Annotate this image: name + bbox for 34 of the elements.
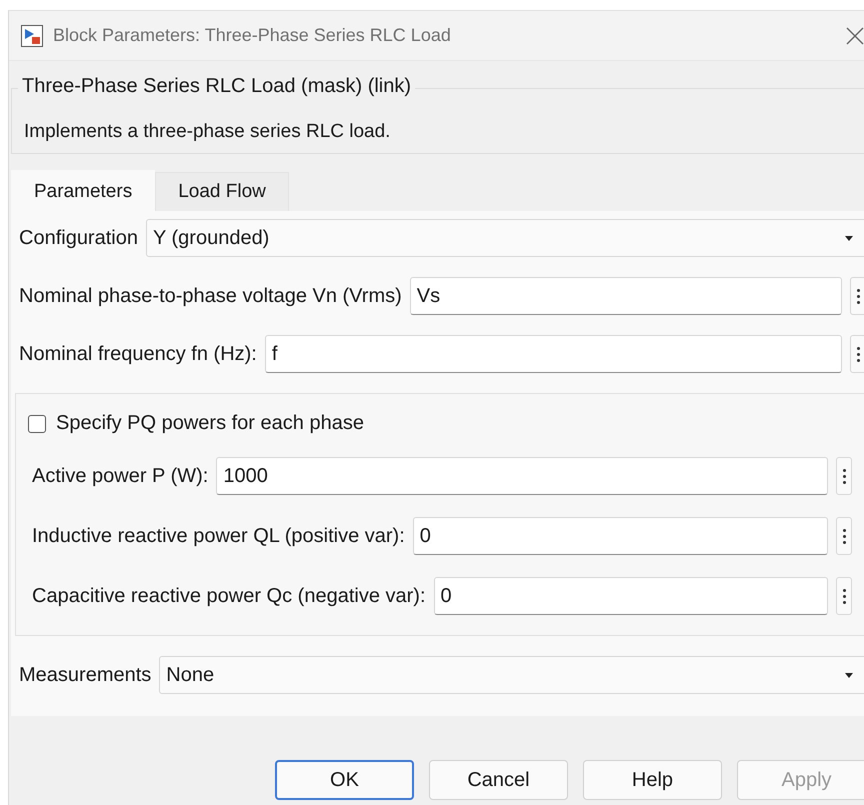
dropdown[interactable]: Y (grounded): [146, 219, 864, 257]
checkbox-label: Specify PQ powers for each phase: [56, 412, 364, 435]
field-label: Capacitive reactive power Qc (negative var):: [32, 584, 426, 608]
dialog-button[interactable]: OK: [275, 760, 414, 800]
dialog-button: Apply: [737, 760, 864, 800]
caret-icon: [845, 236, 853, 240]
more-options-button[interactable]: [836, 577, 852, 615]
input-field[interactable]: f: [264, 335, 842, 373]
field-label: Active power P (W):: [32, 464, 208, 488]
dialog-button[interactable]: Cancel: [429, 760, 568, 800]
input-field[interactable]: 1000: [216, 457, 828, 495]
field-label: Measurements: [19, 664, 152, 686]
more-options-button[interactable]: [836, 457, 852, 495]
field-label: Nominal frequency fn (Hz):: [19, 342, 257, 366]
more-options-button[interactable]: [850, 335, 864, 373]
dropdown[interactable]: None: [159, 656, 864, 694]
field-label: Configuration: [19, 226, 138, 250]
input-field[interactable]: Vs: [410, 277, 842, 315]
checkbox[interactable]: [28, 414, 46, 432]
group-title: Three-Phase Series RLC Load (mask) (link): [18, 75, 416, 98]
description-text: Implements a three-phase series RLC load.: [24, 121, 392, 143]
close-icon[interactable]: [846, 26, 864, 44]
input-field[interactable]: 0: [434, 577, 828, 615]
dialog-button[interactable]: Help: [583, 760, 722, 800]
field-label: Inductive reactive power QL (positive var):: [32, 524, 405, 548]
tab[interactable]: Parameters: [11, 170, 156, 211]
tab[interactable]: Load Flow: [155, 172, 289, 211]
caret-icon: [845, 672, 853, 678]
more-options-button[interactable]: [850, 277, 864, 315]
more-options-button[interactable]: [836, 517, 852, 555]
block-icon: [21, 24, 43, 46]
window-title: Block Parameters: Three-Phase Series RLC Load: [53, 25, 452, 46]
field-label: Nominal phase-to-phase voltage Vn (Vrms): [19, 284, 402, 308]
input-field[interactable]: 0: [412, 517, 828, 555]
